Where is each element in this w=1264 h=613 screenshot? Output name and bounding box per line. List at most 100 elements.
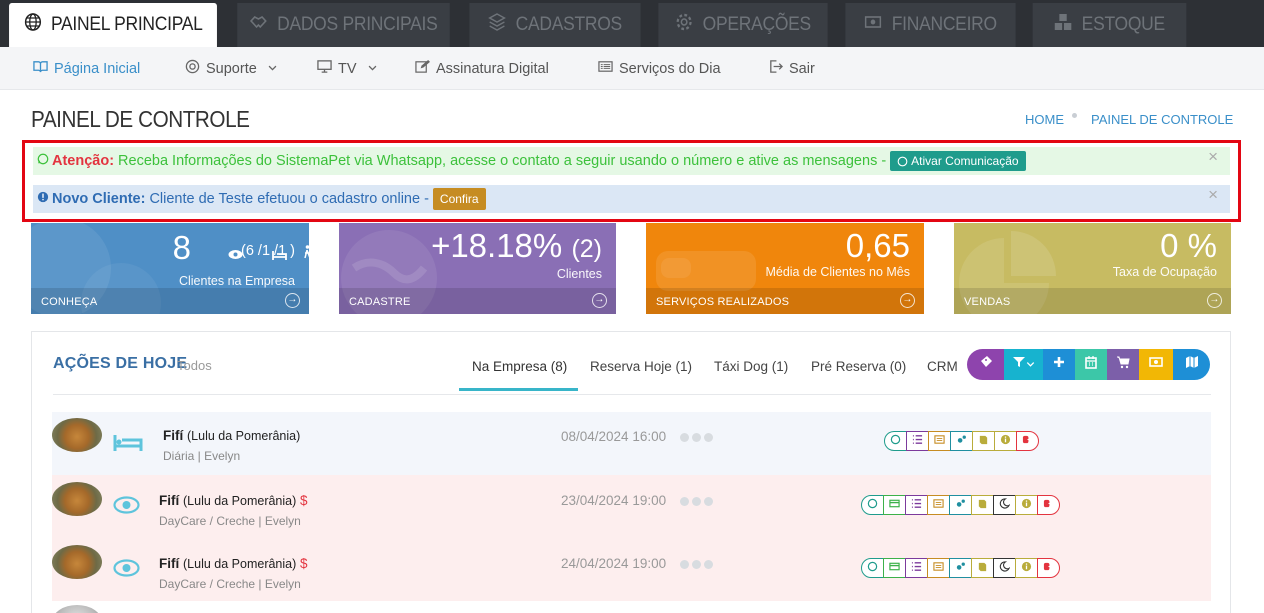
info-button[interactable] [1015, 495, 1038, 515]
tab-taxi-dog[interactable]: Táxi Dog (1) [714, 359, 788, 374]
list-button[interactable] [906, 431, 929, 451]
subnav-suporte[interactable]: Suporte [185, 47, 278, 90]
close-icon[interactable]: × [1208, 185, 1218, 205]
row-actions [861, 558, 1060, 578]
sign-out-icon [1022, 432, 1033, 450]
payment-button[interactable] [883, 558, 906, 578]
card-footer-servicos[interactable]: SERVIÇOS REALIZADOS → [646, 288, 924, 314]
pet-breed: (Lulu da Pomerânia) [187, 429, 301, 443]
tab-label: FINANCEIRO [891, 14, 997, 35]
card-label: Clientes na Empresa [178, 274, 295, 288]
ativar-comunicacao-button[interactable]: Ativar Comunicação [890, 151, 1026, 171]
tab-painel-principal[interactable]: PAINEL PRINCIPAL [9, 3, 217, 47]
sign-out-button[interactable] [1037, 495, 1060, 515]
list-button[interactable] [905, 495, 928, 515]
breadcrumb-home[interactable]: HOME [1025, 112, 1064, 127]
cubes-icon [1054, 12, 1072, 38]
subnav-sair[interactable]: Sair [768, 47, 815, 90]
pet-name[interactable]: Fifí (Lulu da Pomerânia) [163, 428, 300, 443]
card-value: +18.18% (2) [431, 227, 602, 265]
add-button[interactable] [1043, 349, 1075, 380]
arrow-right-circle-icon: → [592, 293, 607, 308]
subnav-pagina-inicial[interactable]: Página Inicial [33, 47, 140, 90]
card-list-button[interactable] [927, 558, 950, 578]
night-button[interactable] [993, 495, 1016, 515]
confira-button[interactable]: Confira [432, 188, 486, 210]
close-icon[interactable]: × [1208, 147, 1218, 167]
card-footer-vendas[interactable]: VENDAS → [954, 288, 1231, 314]
whatsapp-icon [897, 156, 908, 166]
cogs-icon [955, 559, 966, 577]
pet-breed: (Lulu da Pomerânia) [183, 494, 297, 508]
card-footer-conheca[interactable]: CONHEÇA → [31, 288, 309, 314]
globe-icon [23, 12, 41, 38]
whatsapp-button[interactable] [884, 431, 907, 451]
filter-dropdown-button[interactable] [1004, 349, 1043, 380]
card-clientes-empresa: 8 (6 /1 /1 ) Clientes na Empresa CONHEÇA… [31, 223, 309, 314]
tab-reserva-hoje[interactable]: Reserva Hoje (1) [590, 359, 692, 374]
credit-card-icon [889, 559, 900, 577]
info-button[interactable] [1015, 558, 1038, 578]
whatsapp-button[interactable] [861, 495, 884, 515]
card-detail: (2) [571, 235, 602, 263]
sign-out-button[interactable] [1016, 431, 1039, 451]
money-button[interactable] [1139, 349, 1173, 380]
info-button[interactable] [994, 431, 1017, 451]
list-item[interactable]: Fifí (Lulu da Pomerânia) $ DayCare / Cre… [52, 538, 1211, 601]
list-item[interactable]: Fifí (Lulu da Pomerânia) Diária | Evelyn… [52, 412, 1211, 475]
list-item[interactable]: Fifí (Lulu da Pomerânia) $ DayCare / Cre… [52, 475, 1211, 538]
settings-button[interactable] [950, 431, 973, 451]
whatsapp-button[interactable] [861, 558, 884, 578]
walker-icon [303, 245, 309, 264]
card-value: 8 [172, 229, 191, 266]
card-taxa-ocupacao: 0 % Taxa de Ocupação VENDAS → [954, 223, 1231, 314]
lifebuoy-icon [185, 59, 200, 78]
subnav-label: Sair [789, 60, 815, 77]
money-icon [1149, 355, 1163, 374]
ticket-button[interactable] [967, 349, 1004, 380]
alert-strong: Novo Cliente: [52, 191, 146, 207]
settings-button[interactable] [949, 558, 972, 578]
tab-financeiro[interactable]: FINANCEIRO [845, 3, 1016, 47]
tab-estoque[interactable]: ESTOQUE [1032, 3, 1187, 47]
cogs-icon [955, 496, 966, 514]
novo-cliente-alert: Novo Cliente: Cliente de Teste efetuou o… [33, 185, 1230, 213]
card-footer-cadastre[interactable]: CADASTRE → [339, 288, 616, 314]
book-button[interactable] [972, 431, 995, 451]
pet-name[interactable]: Fifí (Lulu da Pomerânia) $ [159, 556, 308, 571]
list-button[interactable] [905, 558, 928, 578]
card-list-button[interactable] [927, 495, 950, 515]
subnav-servicos-do-dia[interactable]: Serviços do Dia [598, 47, 721, 90]
settings-button[interactable] [949, 495, 972, 515]
subnav-assinatura-digital[interactable]: Assinatura Digital [415, 47, 549, 90]
pet-name[interactable]: Fifí (Lulu da Pomerânia) $ [159, 493, 308, 508]
list-card-icon [933, 496, 944, 514]
night-button[interactable] [993, 558, 1016, 578]
card-media-clientes: 0,65 Média de Clientes no Mês SERVIÇOS R… [646, 223, 924, 314]
info-circle-icon [1000, 432, 1011, 450]
payment-button[interactable] [883, 495, 906, 515]
sign-out-button[interactable] [1037, 558, 1060, 578]
tab-na-empresa[interactable]: Na Empresa (8) [472, 359, 567, 374]
tab-crm[interactable]: CRM [927, 359, 958, 374]
filter-icon [1012, 355, 1026, 374]
panel-filter[interactable]: Todos [177, 358, 212, 373]
pet-datetime: 08/04/2024 16:00 [561, 429, 667, 444]
tab-operacoes[interactable]: OPERAÇÕES [658, 3, 828, 47]
card-value-number: +18.18% [431, 227, 563, 264]
tab-label: DADOS PRINCIPAIS [277, 14, 438, 35]
map-button[interactable] [1173, 349, 1210, 380]
tab-pre-reserva[interactable]: Pré Reserva (0) [811, 359, 906, 374]
calendar-button[interactable] [1075, 349, 1107, 380]
tab-cadastros[interactable]: CADASTROS [469, 3, 641, 47]
cart-button[interactable] [1107, 349, 1139, 380]
tab-dados-principais[interactable]: DADOS PRINCIPAIS [237, 3, 450, 47]
subnav-tv[interactable]: TV [317, 47, 378, 90]
monitor-icon [317, 59, 332, 78]
status-dots [680, 560, 713, 569]
book-icon [978, 432, 989, 450]
book-button[interactable] [971, 558, 994, 578]
acoes-hoje-panel: AÇÕES DE HOJE Todos Na Empresa (8) Reser… [31, 331, 1231, 613]
book-button[interactable] [971, 495, 994, 515]
card-list-button[interactable] [928, 431, 951, 451]
